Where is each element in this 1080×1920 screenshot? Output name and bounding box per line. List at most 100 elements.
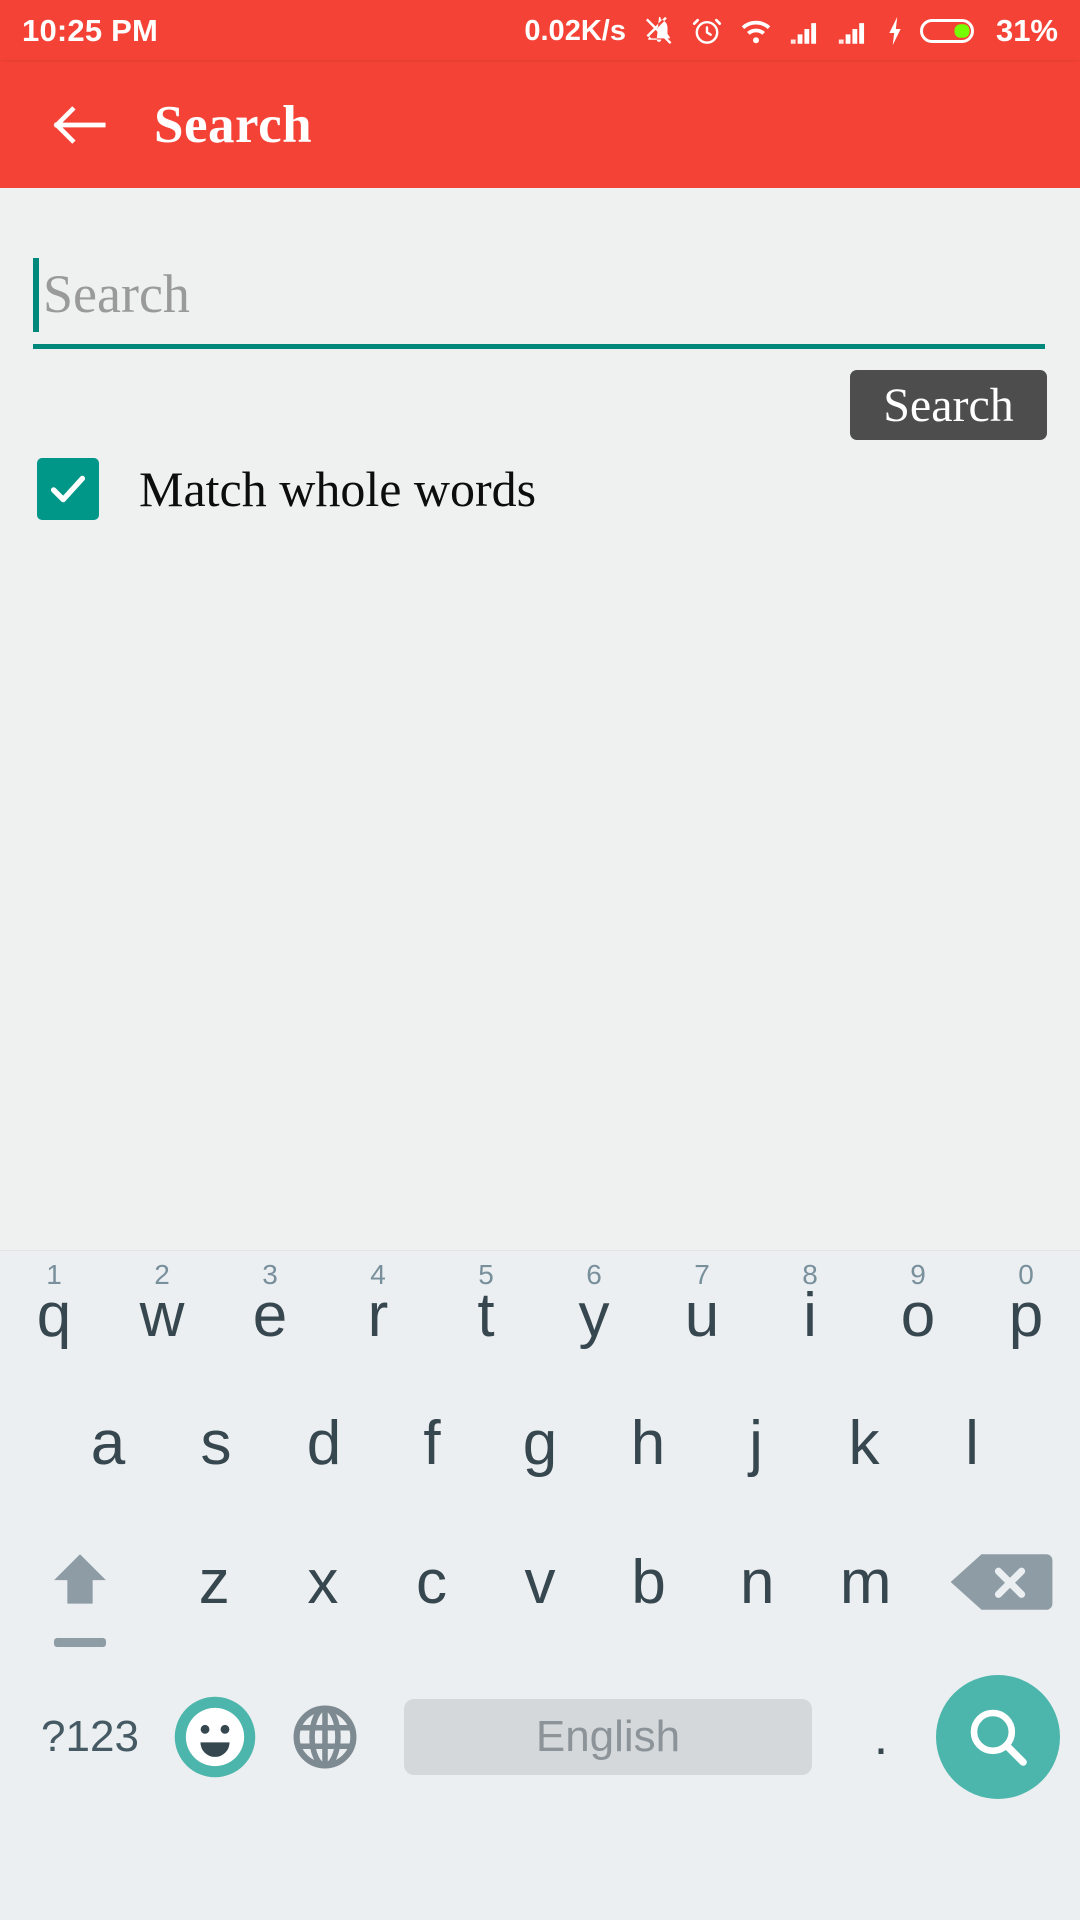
key-a[interactable]: a	[54, 1379, 162, 1507]
key-v[interactable]: v	[486, 1507, 595, 1657]
keyboard-row-2: a s d f g h j k l	[0, 1379, 1080, 1507]
key-s[interactable]: s	[162, 1379, 270, 1507]
enter-search-key[interactable]	[936, 1675, 1060, 1799]
key-label: a	[90, 1408, 126, 1478]
key-c[interactable]: c	[377, 1507, 486, 1657]
spacebar-key[interactable]: English	[404, 1699, 812, 1775]
key-label: v	[524, 1547, 556, 1617]
search-button[interactable]: Search	[850, 370, 1047, 440]
key-q[interactable]: 1q	[0, 1251, 108, 1379]
key-hint: 6	[586, 1259, 602, 1290]
wifi-icon	[741, 20, 771, 44]
key-hint: 5	[478, 1259, 494, 1290]
key-hint: 0	[1018, 1259, 1034, 1290]
search-input-placeholder: Search	[43, 264, 190, 324]
key-hint: 2	[154, 1259, 170, 1290]
key-label: k	[848, 1408, 880, 1478]
key-hint: 9	[910, 1259, 926, 1290]
key-label: c	[415, 1547, 447, 1617]
key-hint: 8	[802, 1259, 818, 1290]
alarm-clock-icon	[692, 18, 722, 44]
emoji-key[interactable]	[160, 1691, 270, 1783]
key-i[interactable]: 8i	[756, 1251, 864, 1379]
search-magnifier-icon	[970, 1709, 1027, 1766]
key-label: x	[307, 1547, 339, 1617]
app-bar: Search	[0, 62, 1080, 188]
keyboard-function-row: ?123 English .	[0, 1657, 1080, 1817]
search-button-label: Search	[883, 378, 1014, 432]
keyboard-row-1: 1q 2w 3e 4r 5t 6y 7u 8i 9o 0p	[0, 1251, 1080, 1379]
key-w[interactable]: 2w	[108, 1251, 216, 1379]
status-bar: 10:25 PM 0.02K/s 31%	[0, 0, 1080, 62]
key-t[interactable]: 5t	[432, 1251, 540, 1379]
key-z[interactable]: z	[160, 1507, 269, 1657]
key-m[interactable]: m	[811, 1507, 920, 1657]
signal-bars-icon	[838, 23, 865, 44]
signal-bars-icon	[790, 23, 817, 44]
period-label: .	[873, 1708, 889, 1766]
key-label: d	[306, 1408, 342, 1478]
key-n[interactable]: n	[703, 1507, 812, 1657]
key-label: m	[839, 1547, 892, 1617]
key-j[interactable]: j	[702, 1379, 810, 1507]
key-label: b	[631, 1547, 666, 1617]
key-o[interactable]: 9o	[864, 1251, 972, 1379]
key-d[interactable]: d	[270, 1379, 378, 1507]
key-k[interactable]: k	[810, 1379, 918, 1507]
page-title: Search	[154, 96, 313, 154]
mute-bell-icon	[645, 16, 672, 45]
key-b[interactable]: b	[594, 1507, 703, 1657]
on-screen-keyboard: 1q 2w 3e 4r 5t 6y 7u 8i 9o 0p a s d f g …	[0, 1250, 1080, 1920]
key-e[interactable]: 3e	[216, 1251, 324, 1379]
language-globe-icon	[293, 1705, 357, 1769]
keyboard-row-3-letters: z x c v b n m	[160, 1507, 920, 1657]
search-input-underline	[33, 344, 1045, 349]
key-r[interactable]: 4r	[324, 1251, 432, 1379]
search-input[interactable]: Search	[33, 248, 1045, 340]
period-key[interactable]: .	[836, 1711, 926, 1763]
key-label: j	[749, 1408, 763, 1478]
status-bar-clock: 10:25 PM	[22, 13, 158, 48]
match-whole-words-row[interactable]: Match whole words	[37, 458, 536, 520]
symbols-key[interactable]: ?123	[20, 1712, 160, 1762]
checkmark-icon	[50, 475, 86, 503]
arrow-left-icon	[53, 106, 106, 144]
charging-bolt-icon	[889, 16, 901, 46]
key-y[interactable]: 6y	[540, 1251, 648, 1379]
key-g[interactable]: g	[486, 1379, 594, 1507]
key-label: l	[965, 1408, 979, 1478]
key-label: f	[423, 1408, 441, 1478]
key-f[interactable]: f	[378, 1379, 486, 1507]
key-label: n	[739, 1547, 775, 1617]
battery-percent-label: 31%	[995, 13, 1058, 48]
key-label: z	[198, 1547, 230, 1617]
key-hint: 4	[370, 1259, 386, 1290]
backspace-key[interactable]	[920, 1507, 1080, 1657]
key-x[interactable]: x	[269, 1507, 378, 1657]
shift-key[interactable]	[0, 1507, 160, 1657]
key-u[interactable]: 7u	[648, 1251, 756, 1379]
key-label: h	[630, 1408, 666, 1478]
back-button[interactable]	[48, 93, 112, 157]
network-speed-label: 0.02K/s	[524, 14, 626, 47]
text-caret	[33, 258, 39, 332]
key-label: s	[200, 1408, 232, 1478]
main-content: Search Search Match whole words	[0, 188, 1080, 1250]
key-hint: 7	[694, 1259, 710, 1290]
status-bar-icons: 0.02K/s 31%	[524, 13, 1058, 49]
key-hint: 3	[262, 1259, 278, 1290]
key-h[interactable]: h	[594, 1379, 702, 1507]
key-p[interactable]: 0p	[972, 1251, 1080, 1379]
key-label: g	[522, 1408, 558, 1478]
match-whole-words-label: Match whole words	[139, 461, 537, 517]
match-whole-words-checkbox[interactable]	[37, 458, 99, 520]
key-l[interactable]: l	[918, 1379, 1026, 1507]
emoji-smiley-icon	[174, 1696, 256, 1778]
shift-arrow-icon	[54, 1554, 106, 1604]
spacebar-label: English	[535, 1712, 681, 1761]
backspace-icon	[950, 1554, 1053, 1610]
shift-indicator-bar	[54, 1638, 106, 1647]
language-switch-key[interactable]	[270, 1700, 380, 1774]
key-hint: 1	[46, 1259, 62, 1290]
phone-screen: 10:25 PM 0.02K/s 31% Search Search Searc…	[0, 0, 1080, 1920]
